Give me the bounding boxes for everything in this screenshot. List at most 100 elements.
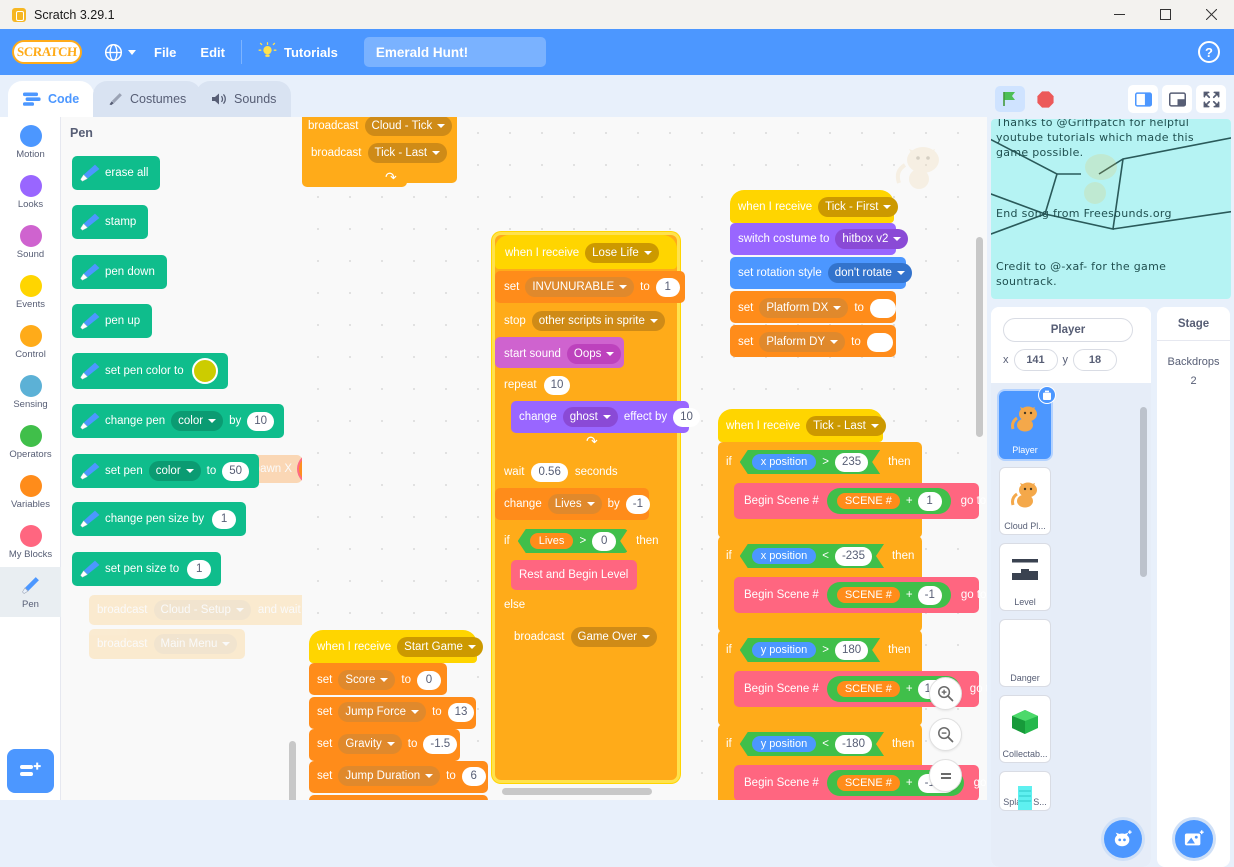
repeat-count-input[interactable]: 10	[543, 375, 571, 395]
begin-scene-block-2[interactable]: Begin Scene # SCENE # + -1 go to x, y: 2…	[734, 577, 987, 613]
scene-number-reporter[interactable]: SCENE #	[835, 774, 901, 792]
invulnerable-variable-dropdown[interactable]: INVUNURABLE	[525, 277, 635, 297]
comparison-operator[interactable]: x position > 235	[740, 450, 880, 474]
small-stage-button[interactable]	[1128, 85, 1158, 113]
broadcast-cloud-tick-block[interactable]: broadcast Cloud - Tick	[308, 117, 453, 140]
pen-param-dropdown[interactable]: color	[171, 411, 224, 431]
sound-dropdown[interactable]: Oops	[566, 344, 622, 364]
pen-color-swatch[interactable]	[191, 358, 218, 384]
menu-file[interactable]: File	[142, 29, 188, 75]
scratch-logo[interactable]: SCRATCH	[12, 40, 82, 64]
tab-code[interactable]: Code	[8, 81, 95, 117]
help-button[interactable]: ?	[1198, 41, 1220, 63]
add-backdrop-button[interactable]	[1174, 820, 1213, 858]
lives-reporter[interactable]: Lives	[530, 533, 574, 549]
palette-block-pen-up[interactable]: pen up	[72, 304, 153, 338]
stage-backdrop-info[interactable]: Backdrops 2	[1157, 341, 1230, 391]
pen-set-value-input[interactable]: 50	[222, 461, 250, 481]
tab-costumes[interactable]: Costumes	[93, 81, 202, 117]
x-position-reporter[interactable]: x position	[752, 454, 816, 470]
compare-value-input[interactable]: -180	[835, 735, 872, 754]
broadcast-game-over-block[interactable]: broadcast Game Over	[511, 622, 665, 652]
tick-last-message-dropdown[interactable]: Tick - Last	[806, 416, 886, 436]
sidebar-item-myblocks[interactable]: My Blocks	[0, 517, 61, 567]
stop-target-dropdown[interactable]: other scripts in sprite	[531, 311, 665, 331]
sidebar-item-looks[interactable]: Looks	[0, 167, 61, 217]
sidebar-item-pen[interactable]: Pen	[0, 567, 61, 617]
scene-delta-input[interactable]: 1	[917, 491, 942, 511]
sprite-y-input[interactable]: 18	[1073, 349, 1117, 371]
code-workspace[interactable]: broadcast Cloud - Tick broadcast Tick - …	[302, 117, 987, 800]
score-value-input[interactable]: 0	[416, 670, 441, 690]
lives-delta-input[interactable]: -1	[625, 494, 650, 514]
menu-edit[interactable]: Edit	[188, 29, 237, 75]
palette-block-set-pen-param[interactable]: set pen color to 50	[72, 454, 260, 488]
minimize-button[interactable]	[1096, 0, 1142, 29]
sprite-card-collectable[interactable]: Collectab...	[999, 695, 1051, 763]
sidebar-item-sound[interactable]: Sound	[0, 217, 61, 267]
broadcast-dropdown[interactable]: Cloud - Tick	[364, 117, 453, 136]
sprite-list[interactable]: Player Cloud Pl... Level Danger Collecta…	[991, 383, 1151, 867]
fullscreen-button[interactable]	[1196, 85, 1226, 113]
sprite-card-cloud-player[interactable]: Cloud Pl...	[999, 467, 1051, 535]
effect-dropdown[interactable]: ghost	[562, 407, 618, 427]
sprite-name-input[interactable]: Player	[1003, 318, 1133, 342]
wait-seconds-input[interactable]: 0.56	[531, 462, 568, 482]
maximize-button[interactable]	[1142, 0, 1188, 29]
tab-sounds[interactable]: Sounds	[196, 81, 292, 117]
game-over-dropdown[interactable]: Game Over	[570, 627, 657, 647]
effect-amount-input[interactable]: 10	[673, 407, 700, 427]
broadcast-dropdown[interactable]: Tick - Last	[367, 143, 448, 163]
scene-number-reporter[interactable]: SCENE #	[835, 586, 901, 604]
platform-dy-input[interactable]	[866, 332, 893, 352]
zoom-out-button[interactable]	[929, 718, 962, 751]
sprite-list-scrollbar[interactable]	[1140, 393, 1147, 853]
jump-duration-variable-dropdown[interactable]: Jump Duration	[338, 766, 441, 786]
block-palette[interactable]: Pen broadcast Cloud - Setup and wait bro…	[61, 117, 302, 800]
close-button[interactable]	[1188, 0, 1234, 29]
comparison-operator[interactable]: x position < -235	[740, 544, 884, 568]
rotation-style-dropdown[interactable]: don't rotate	[827, 263, 912, 283]
palette-block-change-pen-size[interactable]: change pen size by 1	[72, 502, 247, 536]
sprite-scrollbar-thumb[interactable]	[1140, 407, 1147, 577]
add-operator-2[interactable]: SCENE # + -1	[826, 582, 951, 608]
palette-block-set-pen-size[interactable]: set pen size to 1	[72, 552, 222, 586]
costume-dropdown[interactable]: hitbox v2	[835, 229, 909, 249]
pen-size-set-input[interactable]: 1	[187, 559, 212, 579]
palette-block-change-pen-param[interactable]: change pen color by 10	[72, 404, 285, 438]
sidebar-item-operators[interactable]: Operators	[0, 417, 61, 467]
broadcast-tick-last-block[interactable]: broadcast Tick - Last	[308, 138, 456, 168]
jump-duration-value-input[interactable]: 6	[461, 766, 486, 786]
stage-canvas[interactable]: Thanks to @Griffpatch for helpful youtub…	[991, 119, 1231, 299]
begin-scene-block-1[interactable]: Begin Scene # SCENE # + 1 go to x, y: -2	[734, 483, 987, 519]
compare-value-input[interactable]: 180	[835, 641, 868, 660]
language-selector[interactable]	[98, 43, 142, 62]
scene-delta-input[interactable]: -1	[917, 585, 942, 605]
pen-param-dropdown[interactable]: color	[148, 461, 201, 481]
green-flag-button[interactable]	[995, 86, 1025, 112]
comparison-operator[interactable]: y position > 180	[740, 638, 880, 662]
palette-scrollbar[interactable]	[289, 741, 296, 800]
sprite-card-level[interactable]: Level	[999, 543, 1051, 611]
sidebar-item-sensing[interactable]: Sensing	[0, 367, 61, 417]
sidebar-item-motion[interactable]: Motion	[0, 117, 61, 167]
invulnerable-value-input[interactable]: 1	[655, 277, 680, 297]
zoom-reset-button[interactable]	[929, 759, 962, 792]
jump-force-variable-dropdown[interactable]: Jump Force	[338, 702, 427, 722]
y-position-reporter[interactable]: y position	[752, 736, 816, 752]
lives-variable-dropdown[interactable]: Lives	[547, 494, 602, 514]
greater-than-operator[interactable]: Lives > 0	[518, 529, 628, 553]
y-position-reporter[interactable]: y position	[752, 642, 816, 658]
palette-block-set-pen-color[interactable]: set pen color to	[72, 353, 228, 389]
menu-tutorials[interactable]: Tutorials	[246, 29, 350, 75]
palette-block-stamp[interactable]: stamp	[72, 205, 149, 239]
compare-value-input[interactable]: 0	[592, 532, 616, 551]
workspace-vertical-scrollbar[interactable]	[976, 237, 983, 437]
project-title-input[interactable]: Emerald Hunt!	[363, 37, 546, 67]
palette-block-pen-down[interactable]: pen down	[72, 255, 167, 289]
scene-number-reporter[interactable]: SCENE #	[835, 492, 901, 510]
gravity-value-input[interactable]: -1.5	[423, 734, 458, 754]
platform-dx-input[interactable]	[869, 298, 896, 318]
sprite-card-splash-screen[interactable]: Splash S...	[999, 771, 1051, 811]
pen-size-change-input[interactable]: 1	[212, 509, 237, 529]
